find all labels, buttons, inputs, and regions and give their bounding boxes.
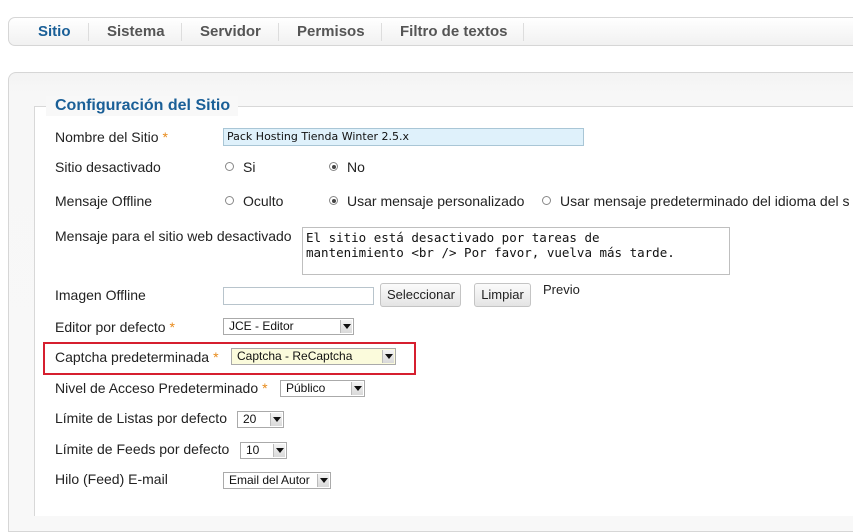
site-offline-label: Sitio desactivado bbox=[55, 159, 161, 175]
list-limit-value: 20 bbox=[243, 412, 257, 426]
tab-separator bbox=[278, 23, 279, 41]
feed-limit-select[interactable]: 10 bbox=[240, 442, 287, 459]
list-limit-select[interactable]: 20 bbox=[237, 411, 284, 428]
site-offline-yes-label: Si bbox=[243, 159, 256, 175]
required-marker: * bbox=[169, 319, 175, 335]
clear-image-button[interactable]: Limpiar bbox=[474, 283, 531, 307]
tab-filtro-de-textos[interactable]: Filtro de textos bbox=[400, 22, 508, 41]
default-access-label: Nivel de Acceso Predeterminado * bbox=[55, 380, 268, 396]
select-image-button[interactable]: Seleccionar bbox=[380, 283, 461, 307]
chevron-down-icon bbox=[317, 474, 329, 487]
offline-message-custom-radio[interactable] bbox=[329, 196, 338, 205]
feed-limit-value: 10 bbox=[246, 443, 260, 457]
offline-text-textarea[interactable]: El sitio está desactivado por tareas de … bbox=[302, 227, 730, 275]
required-marker: * bbox=[213, 349, 219, 365]
offline-message-custom-label: Usar mensaje personalizado bbox=[347, 193, 525, 209]
feed-email-select[interactable]: Email del Autor bbox=[223, 472, 331, 489]
feed-limit-label: Límite de Feeds por defecto bbox=[55, 441, 230, 457]
default-captcha-value: Captcha - ReCaptcha bbox=[237, 349, 353, 363]
tab-separator bbox=[523, 23, 524, 41]
offline-message-default-label: Usar mensaje predeterminado del idioma d… bbox=[560, 193, 850, 209]
offline-image-input[interactable] bbox=[223, 287, 374, 305]
offline-text-label: Mensaje para el sitio web desactivado bbox=[55, 228, 292, 244]
tab-sistema[interactable]: Sistema bbox=[107, 22, 165, 41]
default-access-value: Público bbox=[286, 381, 326, 395]
chevron-down-icon bbox=[270, 413, 282, 426]
offline-message-hidden-label: Oculto bbox=[243, 193, 284, 209]
chevron-down-icon bbox=[340, 320, 352, 333]
site-offline-no-label: No bbox=[347, 159, 365, 175]
image-preview-label: Previo bbox=[543, 282, 580, 297]
feed-email-value: Email del Autor bbox=[229, 473, 310, 487]
default-captcha-select[interactable]: Captcha - ReCaptcha bbox=[231, 348, 396, 365]
default-access-select[interactable]: Público bbox=[280, 380, 365, 397]
tab-sitio[interactable]: Sitio bbox=[38, 22, 71, 41]
site-offline-yes-radio[interactable] bbox=[225, 162, 234, 171]
default-editor-label: Editor por defecto * bbox=[55, 319, 175, 335]
offline-message-default-radio[interactable] bbox=[542, 196, 551, 205]
required-marker: * bbox=[262, 380, 268, 396]
section-title: Configuración del Sitio bbox=[46, 96, 239, 116]
chevron-down-icon bbox=[382, 350, 394, 363]
site-offline-no-radio[interactable] bbox=[329, 162, 338, 171]
chevron-down-icon bbox=[273, 444, 285, 457]
site-name-input[interactable]: Pack Hosting Tienda Winter 2.5.x bbox=[223, 128, 584, 146]
offline-image-label: Imagen Offline bbox=[55, 287, 146, 303]
default-editor-value: JCE - Editor bbox=[229, 319, 294, 333]
tab-permisos[interactable]: Permisos bbox=[297, 22, 365, 41]
list-limit-label: Límite de Listas por defecto bbox=[55, 410, 227, 426]
offline-message-label: Mensaje Offline bbox=[55, 193, 153, 209]
feed-email-label: Hilo (Feed) E-mail bbox=[55, 471, 168, 487]
tab-servidor[interactable]: Servidor bbox=[200, 22, 261, 41]
site-name-label: Nombre del Sitio * bbox=[55, 129, 168, 145]
chevron-down-icon bbox=[351, 382, 363, 395]
default-editor-select[interactable]: JCE - Editor bbox=[223, 318, 354, 335]
offline-message-hidden-radio[interactable] bbox=[225, 196, 234, 205]
tab-separator bbox=[88, 23, 89, 41]
tab-separator bbox=[181, 23, 182, 41]
required-marker: * bbox=[162, 129, 168, 145]
default-captcha-label: Captcha predeterminada * bbox=[55, 349, 219, 365]
tab-separator bbox=[381, 23, 382, 41]
